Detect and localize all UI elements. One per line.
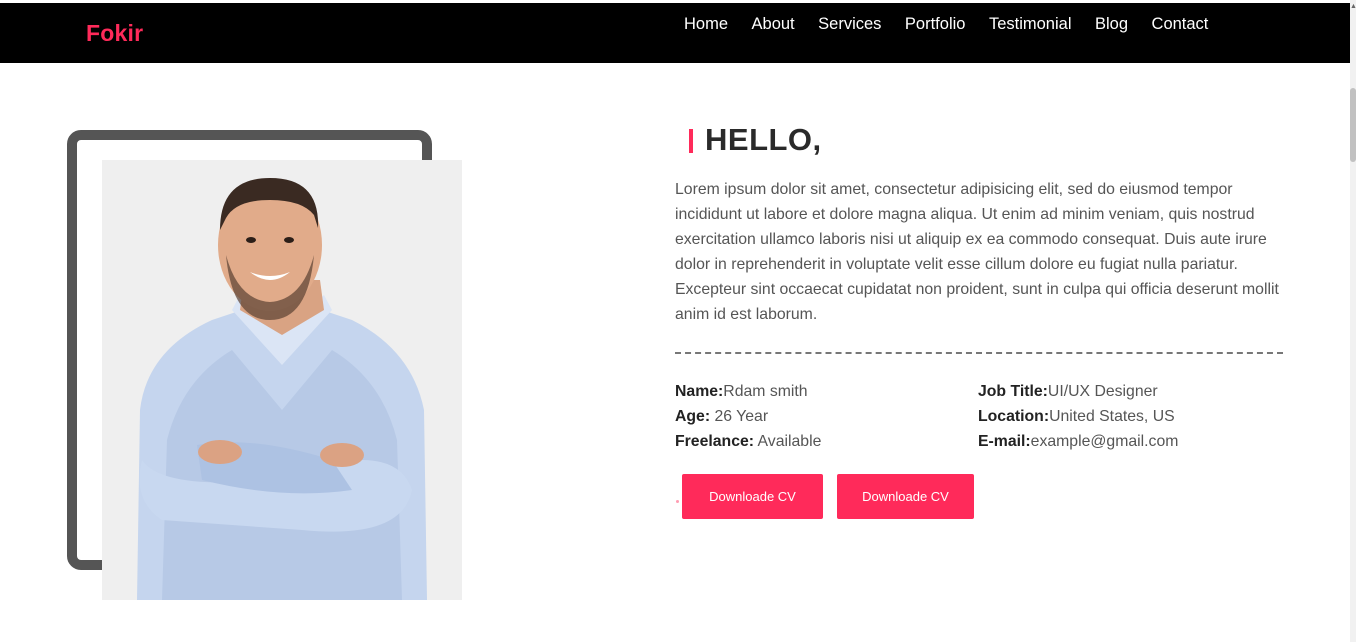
nav-home[interactable]: Home [684, 15, 728, 34]
nav-menu: Home About Services Portfolio Testimonia… [684, 15, 1232, 34]
info-age: Age: 26 Year [675, 408, 769, 425]
dashed-divider [675, 352, 1283, 354]
nav-services[interactable]: Services [818, 15, 881, 34]
info-location: Location:United States, US [978, 408, 1175, 425]
scrollbar-thumb[interactable] [1350, 88, 1356, 162]
info-job-title: Job Title:UI/UX Designer [978, 383, 1158, 400]
nav-contact[interactable]: Contact [1152, 15, 1209, 34]
info-left: Name:Rdam smith Age: 26 Year Freelance: … [675, 379, 821, 454]
info-right: Job Title:UI/UX Designer Location:United… [978, 379, 1178, 454]
scrollbar[interactable]: ▲ [1350, 0, 1356, 642]
intro-paragraph: Lorem ipsum dolor sit amet, consectetur … [675, 181, 1279, 323]
info-email: E-mail:example@gmail.com [978, 433, 1179, 450]
hello-accent-bar [689, 129, 693, 153]
hello-heading: HELLO, [705, 122, 822, 157]
scroll-up-arrow-icon[interactable]: ▲ [1350, 2, 1356, 12]
info-name: Name:Rdam smith [675, 383, 808, 400]
decorative-dot [676, 500, 679, 503]
download-cv-button[interactable]: Downloade CV [682, 474, 823, 519]
navbar: Fokir Home About Services Portfolio Test… [0, 3, 1350, 63]
person-illustration [137, 178, 427, 600]
brand-logo[interactable]: Fokir [86, 20, 143, 47]
info-freelance: Freelance: Available [675, 433, 822, 450]
profile-photo [102, 160, 462, 600]
nav-portfolio[interactable]: Portfolio [905, 15, 966, 34]
nav-testimonial[interactable]: Testimonial [989, 15, 1072, 34]
download-cv-button-2[interactable]: Downloade CV [837, 474, 974, 519]
nav-about[interactable]: About [752, 15, 795, 34]
nav-blog[interactable]: Blog [1095, 15, 1128, 34]
